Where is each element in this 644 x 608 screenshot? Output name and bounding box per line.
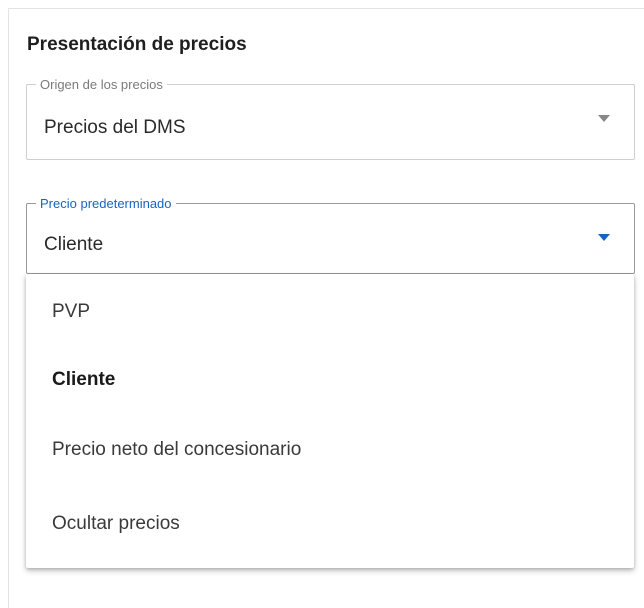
dropdown-option-cliente[interactable]: Cliente bbox=[26, 350, 634, 410]
default-price-value: Cliente bbox=[44, 234, 104, 255]
price-source-label: Origen de los precios bbox=[36, 78, 167, 92]
price-source-value: Precios del DMS bbox=[44, 117, 186, 138]
triangle-down-icon[interactable] bbox=[598, 234, 610, 241]
triangle-down-icon[interactable] bbox=[598, 115, 610, 122]
dropdown-option-precio-neto[interactable]: Precio neto del concesionario bbox=[26, 420, 634, 480]
price-source-select[interactable]: Origen de los precios Precios del DMS bbox=[26, 78, 635, 160]
default-price-select[interactable]: Precio predeterminado Cliente bbox=[26, 197, 635, 274]
default-price-label: Precio predeterminado bbox=[36, 197, 176, 211]
dropdown-option-pvp[interactable]: PVP bbox=[26, 282, 634, 342]
default-price-dropdown-menu: PVP Cliente Precio neto del concesionari… bbox=[26, 274, 634, 568]
dropdown-option-ocultar-precios[interactable]: Ocultar precios bbox=[26, 494, 634, 554]
section-title: Presentación de precios bbox=[27, 34, 247, 55]
